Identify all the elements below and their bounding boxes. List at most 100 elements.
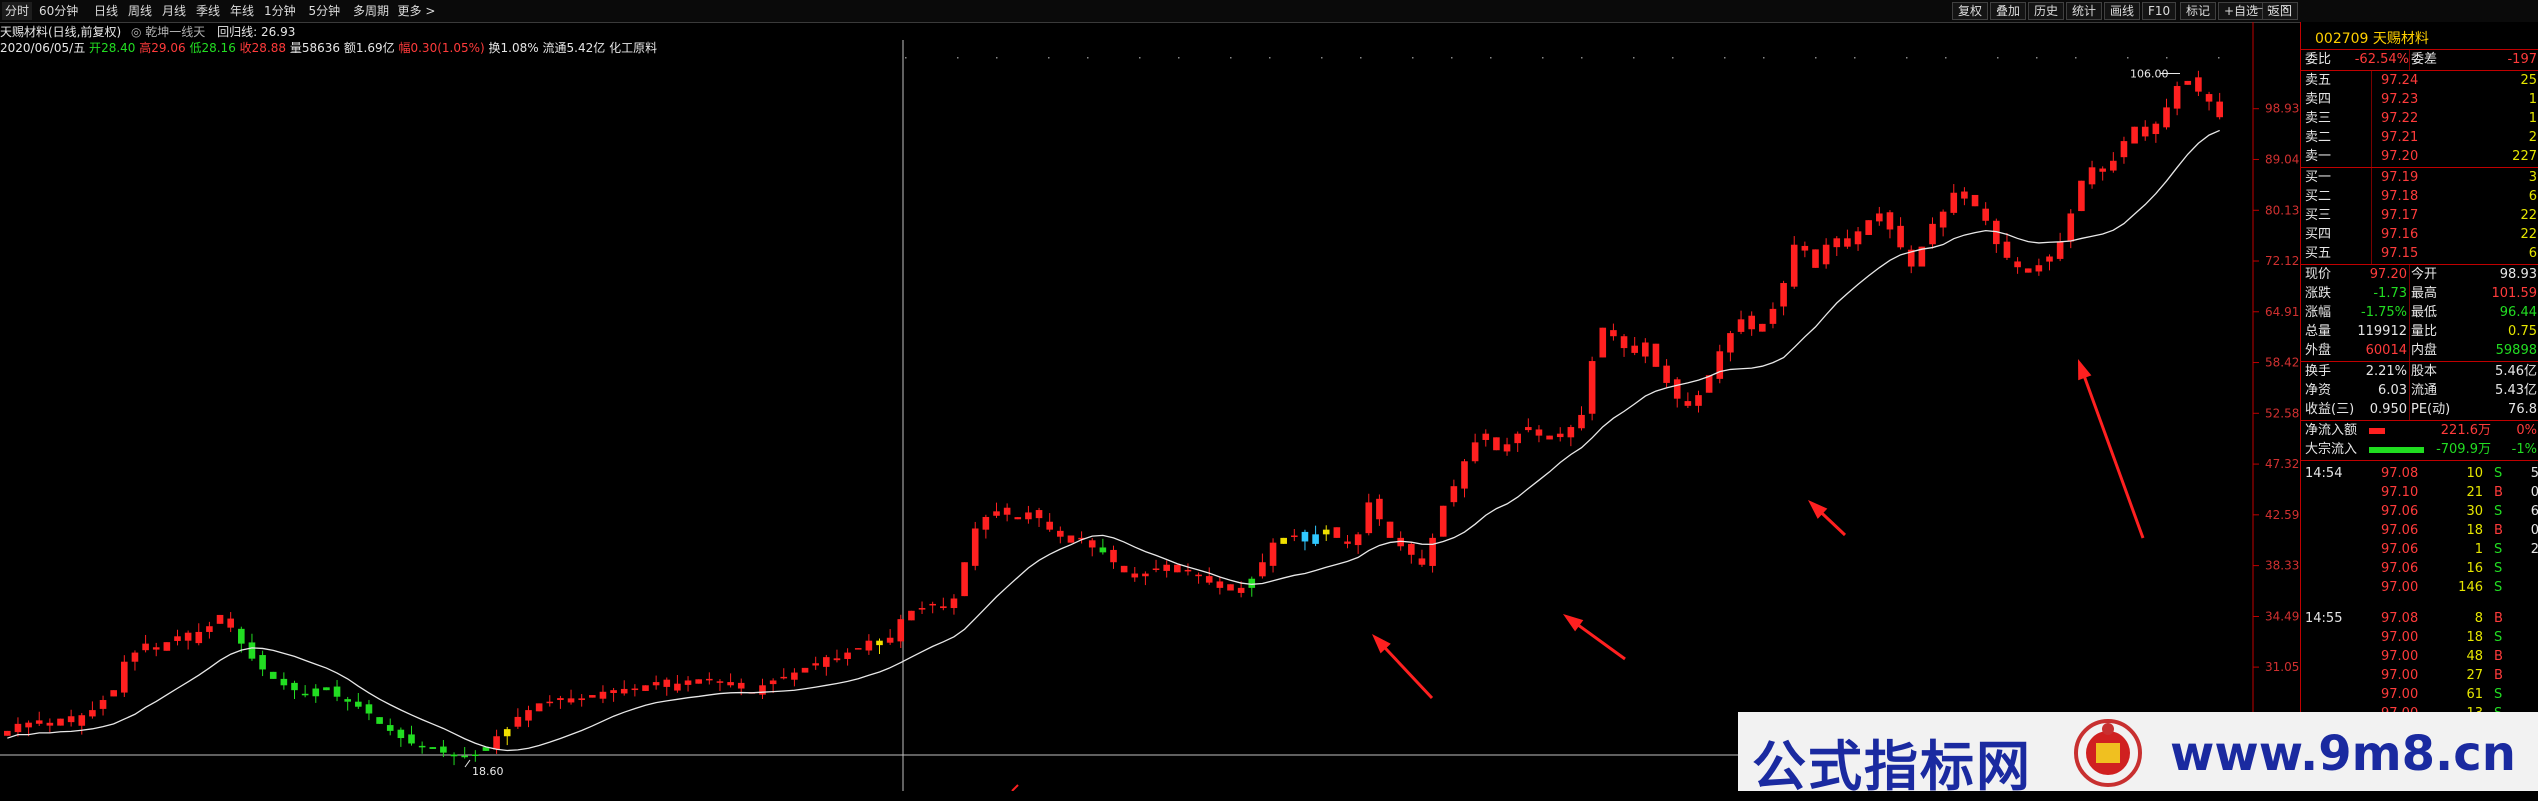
candle-body	[759, 685, 766, 695]
quote-value: -1.73	[2373, 286, 2407, 301]
tick-price: 97.00	[2381, 687, 2419, 702]
candle-body	[301, 693, 309, 696]
tick-row: 14:54 97.08 10 S 5	[2301, 464, 2538, 483]
toolbar-button-1[interactable]: 叠加	[1990, 2, 2027, 20]
y-tick-label: 89.04	[2265, 152, 2299, 166]
period-tab-7[interactable]: 1分钟	[261, 2, 299, 20]
period-tab-6[interactable]: 年线	[227, 2, 257, 20]
panel-column-divider	[2409, 50, 2410, 70]
period-tab-2[interactable]: 日线	[91, 2, 121, 20]
period-tab-1[interactable]: 60分钟	[36, 2, 81, 20]
sell-row: 卖二 97.21 2	[2301, 128, 2538, 147]
candle-body	[1131, 573, 1139, 578]
candle-body	[1312, 534, 1319, 544]
period-tab-9[interactable]: 多周期	[350, 2, 392, 20]
toolbar-button-5[interactable]: F10	[2142, 2, 2177, 20]
period-tab-0[interactable]: 分时	[2, 2, 33, 20]
candle-body	[684, 680, 692, 685]
min-price-label: 18.60	[472, 765, 504, 778]
flow-pct: -1%	[2511, 442, 2537, 457]
tick-extra: 5	[2530, 466, 2538, 481]
tick-price: 97.08	[2381, 466, 2419, 481]
buy-price: 97.17	[2381, 208, 2419, 223]
sell-price: 97.24	[2381, 73, 2419, 88]
candle-body	[876, 640, 883, 646]
close-icon[interactable]: ×	[2278, 0, 2292, 18]
tick-row: 97.00 48 B	[2301, 647, 2538, 666]
y-tick-label: 98.93	[2265, 102, 2299, 116]
sell-row: 卖三 97.22 1	[2301, 109, 2538, 128]
tick-extra: 2	[2530, 542, 2538, 557]
tick-volume: 10	[2466, 466, 2483, 481]
candle-body	[1886, 212, 1894, 230]
tick-price: 97.10	[2381, 485, 2419, 500]
toolbar-button-4[interactable]: 画线	[2104, 2, 2141, 20]
candle-body	[67, 716, 75, 723]
candle-body	[897, 619, 905, 642]
dot-marker	[1178, 57, 1180, 59]
quote-label: 涨跌	[2305, 286, 2332, 301]
candle-body	[238, 628, 245, 644]
candle-body	[216, 614, 224, 624]
candle-body	[1025, 512, 1032, 520]
quote-value: 60014	[2365, 343, 2407, 358]
candle-body	[472, 754, 479, 756]
candle-body	[631, 688, 639, 691]
dot-marker	[1360, 57, 1362, 59]
flow-bar	[2369, 447, 2424, 453]
weibi-value: -62.54%	[2354, 52, 2409, 67]
period-tab-5[interactable]: 季线	[193, 2, 223, 20]
toolbar-button-6[interactable]: 标记	[2180, 2, 2217, 20]
candle-body	[1716, 351, 1724, 379]
candle-body	[610, 690, 617, 693]
toolbar-button-0[interactable]: 复权	[1952, 2, 1989, 20]
period-tab-10[interactable]: 更多 >	[395, 2, 439, 20]
fund-label: 股本	[2411, 364, 2438, 379]
candle-body	[1642, 342, 1649, 357]
buy-level-label: 买五	[2305, 246, 2332, 261]
dot-marker	[1542, 57, 1544, 59]
weibi-label: 委比	[2305, 52, 2332, 67]
candle-body	[1174, 564, 1181, 573]
weicha-value: -197	[2507, 52, 2537, 67]
period-tab-8[interactable]: 5分钟	[306, 2, 344, 20]
quote-row: 外盘 60014 内盘 59898	[2301, 341, 2538, 360]
candle-body	[812, 663, 819, 666]
dot-marker	[1451, 57, 1453, 59]
period-tab-4[interactable]: 月线	[159, 2, 189, 20]
quote-value: 98.93	[2499, 267, 2537, 282]
panel-column-divider	[2371, 168, 2372, 264]
tick-side: S	[2494, 630, 2503, 645]
candle-body	[1333, 527, 1341, 538]
dot-marker	[1490, 57, 1492, 59]
candle-body	[1365, 502, 1373, 534]
candle-body	[865, 640, 873, 651]
candle-body	[1748, 315, 1755, 330]
candle-body	[1120, 565, 1128, 573]
candle-body	[2152, 123, 2160, 135]
period-tab-3[interactable]: 周线	[125, 2, 155, 20]
y-tick-label: 47.32	[2265, 457, 2299, 471]
panel-column-divider	[2409, 362, 2410, 420]
quote-value: 97.20	[2369, 267, 2407, 282]
toolbar-button-2[interactable]: 历史	[2028, 2, 2065, 20]
dot-marker	[957, 57, 959, 59]
candle-body	[663, 679, 671, 687]
candle-body	[1588, 361, 1596, 414]
tick-side: B	[2494, 485, 2503, 500]
flow-pct: 0%	[2516, 423, 2537, 438]
dot-marker	[1672, 57, 1674, 59]
toolbar-button-3[interactable]: 统计	[2066, 2, 2103, 20]
tick-extra: 0	[2530, 485, 2538, 500]
fund-row: 净资 6.03 流通 5.43亿	[2301, 381, 2538, 400]
candle-body	[397, 729, 405, 739]
dot-marker	[996, 57, 998, 59]
candle-body	[333, 686, 341, 697]
flow-value: 221.6万	[2440, 423, 2491, 438]
restore-icon[interactable]: ▫	[2264, 0, 2277, 18]
buy-level-label: 买二	[2305, 189, 2332, 204]
candle-body	[695, 679, 702, 684]
candle-body	[1227, 584, 1234, 591]
kline-chart[interactable]: 98.93 89.04 80.13 72.12 64.91 58.42 52.58 47.32…	[0, 22, 2300, 791]
candle-body	[1471, 442, 1479, 462]
